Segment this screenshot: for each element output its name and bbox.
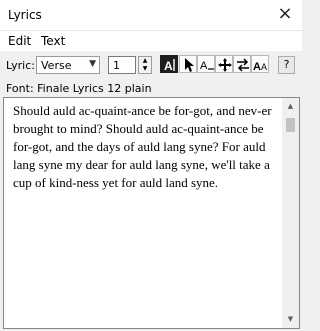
svg-text:A: A bbox=[164, 59, 173, 73]
lyric-type-value: Verse bbox=[41, 59, 72, 72]
lyrics-text[interactable]: Should auld ac-quaint-ance be for-got, a… bbox=[13, 102, 283, 192]
shift-lyrics-tool[interactable] bbox=[215, 55, 233, 73]
edit-word-extensions-tool[interactable] bbox=[233, 55, 251, 73]
edit-lyric-font-tool[interactable]: A A bbox=[251, 55, 269, 73]
svg-text:A: A bbox=[253, 61, 261, 73]
svg-text:A: A bbox=[200, 60, 208, 72]
chevron-down-icon: ▼ bbox=[89, 59, 96, 69]
lyric-number-spinner[interactable]: ▲ ▼ bbox=[138, 56, 152, 74]
title-bar: Lyrics × bbox=[0, 0, 302, 31]
scroll-thumb[interactable] bbox=[286, 118, 295, 132]
menu-edit[interactable]: Edit bbox=[8, 34, 31, 48]
font-info: Font: Finale Lyrics 12 plain bbox=[6, 82, 152, 95]
window-title: Lyrics bbox=[8, 8, 42, 22]
spin-down-icon[interactable]: ▼ bbox=[139, 65, 151, 73]
scroll-down-icon[interactable]: ▼ bbox=[282, 311, 299, 328]
lyric-number-value: 1 bbox=[113, 59, 120, 72]
type-into-score-tool[interactable]: A bbox=[160, 55, 178, 73]
toolbar: Lyric: Verse ▼ 1 ▲ ▼ A A A A ? bbox=[0, 53, 302, 79]
close-button[interactable]: × bbox=[268, 0, 302, 30]
vertical-scrollbar[interactable]: ▲ ▼ bbox=[282, 98, 299, 328]
svg-text:A: A bbox=[261, 62, 267, 72]
adjust-syllables-tool[interactable]: A bbox=[197, 55, 215, 73]
lyrics-window: Lyrics × Edit Text Lyric: Verse ▼ 1 ▲ ▼ … bbox=[0, 0, 302, 331]
click-assignment-tool[interactable] bbox=[179, 55, 197, 73]
lyric-number-input[interactable]: 1 bbox=[108, 56, 136, 74]
lyric-type-select[interactable]: Verse ▼ bbox=[36, 56, 100, 74]
menu-bar: Edit Text bbox=[0, 31, 302, 51]
spin-up-icon[interactable]: ▲ bbox=[139, 57, 151, 65]
help-button[interactable]: ? bbox=[278, 56, 295, 74]
lyrics-editor[interactable]: Should auld ac-quaint-ance be for-got, a… bbox=[3, 97, 300, 329]
menu-text[interactable]: Text bbox=[41, 34, 65, 48]
scroll-up-icon[interactable]: ▲ bbox=[282, 98, 299, 115]
lyric-label: Lyric: bbox=[6, 59, 35, 72]
